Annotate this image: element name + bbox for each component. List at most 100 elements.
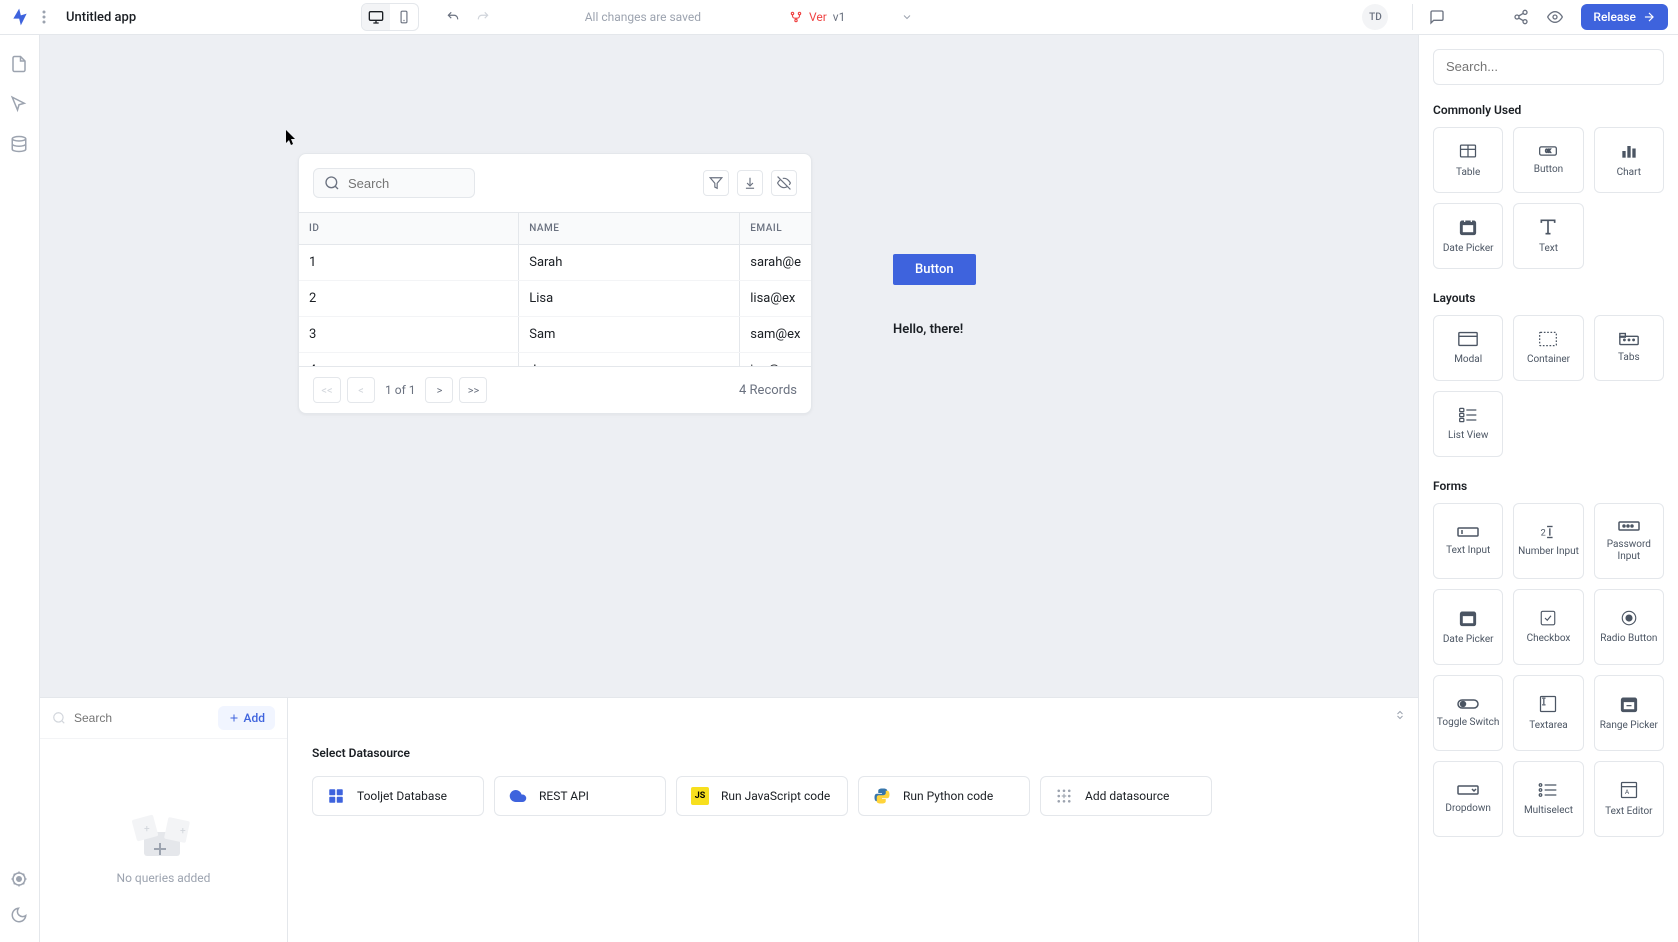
page-first-button[interactable]: << bbox=[313, 377, 341, 403]
release-button[interactable]: Release bbox=[1581, 4, 1668, 30]
cell-id[interactable]: 4 bbox=[299, 353, 519, 368]
component-textinput[interactable]: Text Input bbox=[1433, 503, 1503, 579]
preview-icon[interactable] bbox=[1547, 9, 1563, 25]
release-label: Release bbox=[1593, 10, 1636, 24]
component-texteditor[interactable]: A Text Editor bbox=[1594, 761, 1664, 837]
add-query-button[interactable]: Add bbox=[218, 706, 275, 730]
chart-icon bbox=[1619, 141, 1639, 161]
desktop-view-button[interactable] bbox=[362, 4, 390, 30]
share-icon[interactable] bbox=[1513, 9, 1529, 25]
cell-name[interactable]: Lisa bbox=[519, 281, 740, 317]
debug-icon[interactable] bbox=[10, 870, 30, 890]
app-menu-dots-icon[interactable] bbox=[38, 6, 50, 28]
section-commonly-used: Commonly Used bbox=[1433, 103, 1664, 117]
cell-id[interactable]: 2 bbox=[299, 281, 519, 317]
chevron-down-icon bbox=[901, 11, 913, 23]
cell-id[interactable]: 3 bbox=[299, 317, 519, 353]
component-dropdown[interactable]: Dropdown bbox=[1433, 761, 1503, 837]
component-label: Text Editor bbox=[1605, 806, 1652, 818]
table-search-input[interactable] bbox=[348, 176, 464, 191]
page-next-button[interactable]: > bbox=[425, 377, 453, 403]
cell-id[interactable]: 1 bbox=[299, 245, 519, 281]
component-textarea[interactable]: Textarea bbox=[1513, 675, 1583, 751]
container-icon bbox=[1538, 330, 1558, 348]
redo-button[interactable] bbox=[469, 4, 497, 30]
download-button[interactable] bbox=[737, 170, 763, 196]
component-checkbox[interactable]: Checkbox bbox=[1513, 589, 1583, 665]
svg-text:2: 2 bbox=[1541, 529, 1546, 539]
inspector-icon[interactable] bbox=[10, 95, 30, 115]
table-row[interactable]: 3 Sam sam@ex bbox=[299, 317, 811, 353]
calendar-icon bbox=[1458, 217, 1478, 237]
cell-email[interactable]: sarah@e bbox=[740, 245, 811, 281]
component-multiselect[interactable]: Multiselect bbox=[1513, 761, 1583, 837]
component-container[interactable]: Container bbox=[1513, 315, 1583, 381]
component-datepicker-form[interactable]: Date Picker bbox=[1433, 589, 1503, 665]
dropdown-icon bbox=[1456, 783, 1480, 797]
components-search-input[interactable] bbox=[1446, 59, 1651, 74]
checkbox-icon bbox=[1539, 609, 1557, 627]
component-radiobutton[interactable]: Radio Button bbox=[1594, 589, 1664, 665]
radio-icon bbox=[1620, 609, 1638, 627]
table-search[interactable] bbox=[313, 168, 475, 198]
ds-label: Add datasource bbox=[1085, 789, 1169, 803]
button-widget[interactable]: Button bbox=[893, 254, 976, 285]
table-widget[interactable]: ID NAME EMAIL 1 Sarah sarah@e bbox=[298, 153, 812, 414]
texteditor-icon: A bbox=[1619, 780, 1639, 800]
component-tabs[interactable]: Tabs bbox=[1594, 315, 1664, 381]
datasource-rest-api[interactable]: REST API bbox=[494, 776, 666, 816]
component-button[interactable]: OK Button bbox=[1513, 127, 1583, 193]
app-title[interactable]: Untitled app bbox=[66, 10, 136, 25]
app-logo[interactable] bbox=[10, 7, 30, 27]
datasource-section-title: Select Datasource bbox=[312, 746, 1394, 760]
undo-button[interactable] bbox=[439, 4, 467, 30]
canvas[interactable]: ID NAME EMAIL 1 Sarah sarah@e bbox=[40, 35, 1418, 697]
text-widget[interactable]: Hello, there! bbox=[893, 322, 963, 337]
dark-mode-icon[interactable] bbox=[10, 906, 30, 926]
datasource-add[interactable]: Add datasource bbox=[1040, 776, 1212, 816]
component-numberinput[interactable]: 2 Number Input bbox=[1513, 503, 1583, 579]
component-modal[interactable]: Modal bbox=[1433, 315, 1503, 381]
collapse-panel-icon[interactable] bbox=[1394, 708, 1406, 722]
datasource-javascript[interactable]: JS Run JavaScript code bbox=[676, 776, 848, 816]
version-value: v1 bbox=[833, 10, 846, 24]
svg-text:OK: OK bbox=[1546, 150, 1552, 155]
query-search-input[interactable] bbox=[74, 711, 218, 725]
component-chart[interactable]: Chart bbox=[1594, 127, 1664, 193]
table-row[interactable]: 4 Jon jon@ex bbox=[299, 353, 811, 368]
js-icon: JS bbox=[691, 787, 709, 805]
cell-email[interactable]: lisa@ex bbox=[740, 281, 811, 317]
table-row[interactable]: 2 Lisa lisa@ex bbox=[299, 281, 811, 317]
component-rangepicker[interactable]: Range Picker bbox=[1594, 675, 1664, 751]
pages-icon[interactable] bbox=[10, 55, 30, 75]
cell-email[interactable]: sam@ex bbox=[740, 317, 811, 353]
filter-button[interactable] bbox=[703, 170, 729, 196]
cell-email[interactable]: jon@ex bbox=[740, 353, 811, 368]
component-datepicker[interactable]: Date Picker bbox=[1433, 203, 1503, 269]
version-selector[interactable]: Ver v1 bbox=[789, 10, 913, 24]
plus-icon bbox=[228, 712, 240, 724]
datasource-python[interactable]: Run Python code bbox=[858, 776, 1030, 816]
components-search[interactable] bbox=[1433, 49, 1664, 85]
component-toggleswitch[interactable]: Toggle Switch bbox=[1433, 675, 1503, 751]
component-listview[interactable]: List View bbox=[1433, 391, 1503, 457]
component-text[interactable]: Text bbox=[1513, 203, 1583, 269]
column-header-name[interactable]: NAME bbox=[519, 213, 740, 245]
hide-columns-button[interactable] bbox=[771, 170, 797, 196]
cell-name[interactable]: Sam bbox=[519, 317, 740, 353]
mobile-view-button[interactable] bbox=[390, 4, 418, 30]
user-avatar[interactable]: TD bbox=[1362, 4, 1388, 30]
column-header-email[interactable]: EMAIL bbox=[740, 213, 811, 245]
cell-name[interactable]: Jon bbox=[519, 353, 740, 368]
datasource-tooljet-db[interactable]: Tooljet Database bbox=[312, 776, 484, 816]
component-passwordinput[interactable]: Password Input bbox=[1594, 503, 1664, 579]
comment-icon[interactable] bbox=[1429, 9, 1445, 25]
table-row[interactable]: 1 Sarah sarah@e bbox=[299, 245, 811, 281]
page-prev-button[interactable]: < bbox=[347, 377, 375, 403]
cell-name[interactable]: Sarah bbox=[519, 245, 740, 281]
datasource-icon[interactable] bbox=[10, 135, 30, 155]
component-label: Multiselect bbox=[1524, 805, 1573, 817]
page-last-button[interactable]: >> bbox=[459, 377, 487, 403]
column-header-id[interactable]: ID bbox=[299, 213, 519, 245]
component-table[interactable]: Table bbox=[1433, 127, 1503, 193]
